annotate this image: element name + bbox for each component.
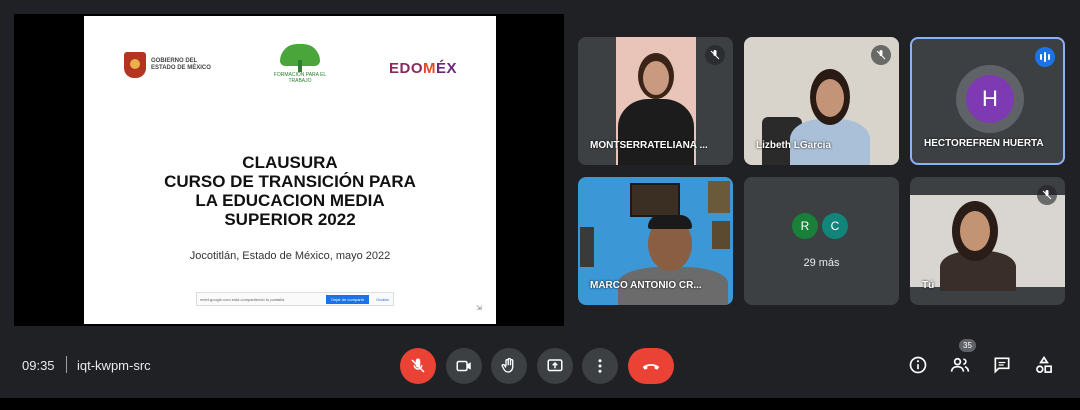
screen-share-notice: meet.google.com está compartiendo tu pan… [196,292,394,306]
more-participants-tile[interactable]: R C 29 más [744,177,899,305]
participant-name: MONTSERRATELIANA ... [590,140,708,151]
bottom-toolbar: 09:35 iqt-kwpm-src 35 [0,336,1080,394]
hangup-icon [642,364,660,370]
info-icon [909,356,927,374]
participant-name: Lizbeth LGarcia [756,140,832,151]
edomex-logo-part: M [423,60,437,77]
camera-icon [456,360,471,372]
more-participants-count: 29 más [803,257,840,269]
people-button[interactable] [947,352,973,378]
leave-call-button[interactable] [628,348,674,384]
activities-icon [1036,355,1052,373]
participant-name: MARCO ANTONIO CR... [590,280,702,291]
more-options-button[interactable] [582,348,618,384]
tree-icon [280,44,320,72]
slide-subtitle: Jocotitlán, Estado de México, mayo 2022 [189,250,391,262]
avatar: C [822,213,848,239]
presentation-stage: GOBIERNO DEL ESTADO DE MÉXICO FORMACIÓN … [14,14,564,326]
self-video [910,195,1065,291]
activities-button[interactable] [1031,352,1057,378]
shield-icon [124,52,146,78]
mic-toggle-button[interactable] [400,348,436,384]
avatar-initial: H [966,75,1014,123]
raise-hand-icon [501,357,514,373]
participant-name: Tú [922,280,935,291]
edomex-logo: EDOMÉX [389,60,457,77]
mic-off-icon [411,358,425,373]
slide-title-line: LA EDUCACION MEDIA [195,191,385,210]
center-logo-text: FORMACIÓN PARA EL TRABAJO [273,72,327,84]
edomex-logo-part: ÉX [436,60,458,77]
avatar: R [792,213,818,239]
people-icon [950,357,970,372]
people-count-badge: 35 [959,339,976,352]
meeting-details-button[interactable] [905,352,931,378]
camera-toggle-button[interactable] [446,348,482,384]
divider [66,356,67,373]
participant-tile[interactable]: MONTSERRATELIANA ... [578,37,733,165]
raise-hand-button[interactable] [491,348,527,384]
more-vert-icon [598,359,602,373]
slide-title-line: SUPERIOR 2022 [224,210,356,229]
slide-title-line: CLAUSURA [242,153,338,172]
present-button[interactable] [537,348,573,384]
speaking-indicator-icon [1035,47,1055,67]
chat-icon [994,357,1010,374]
slide-title: CLAUSURA CURSO DE TRANSICIÓN PARA LA EDU… [84,153,496,229]
edomex-logo-part: EDO [389,60,424,77]
mic-off-icon [871,45,891,65]
participant-tile[interactable]: MARCO ANTONIO CR... [578,177,733,305]
self-tile[interactable]: Tú [910,177,1065,305]
hide-button[interactable]: Ocultar [372,295,393,304]
chat-button[interactable] [989,352,1015,378]
participant-tile-speaking[interactable]: H HECTOREFREN HUERTA [910,37,1065,165]
gov-logo: GOBIERNO DEL ESTADO DE MÉXICO [124,52,221,78]
participant-tile[interactable]: Lizbeth LGarcia [744,37,899,165]
bottom-edge [0,398,1080,410]
more-avatars: R C [792,213,848,239]
center-logo: FORMACIÓN PARA EL TRABAJO [272,44,328,84]
gov-logo-text: GOBIERNO DEL ESTADO DE MÉXICO [151,58,211,71]
present-icon [547,359,563,372]
stop-sharing-button[interactable]: Dejar de compartir [326,294,370,304]
mic-off-icon [705,45,725,65]
meeting-code: iqt-kwpm-src [77,358,151,373]
avatar: H [956,65,1024,133]
share-notice-text: meet.google.com está compartiendo tu pan… [200,296,285,302]
slide-corner-mark: ⇲ [476,305,482,312]
meeting-time: 09:35 [22,358,55,373]
shared-slide: GOBIERNO DEL ESTADO DE MÉXICO FORMACIÓN … [84,16,496,324]
participant-name: HECTOREFREN HUERTA [924,138,1044,149]
mic-off-icon [1037,185,1057,205]
slide-title-line: CURSO DE TRANSICIÓN PARA [164,172,416,191]
